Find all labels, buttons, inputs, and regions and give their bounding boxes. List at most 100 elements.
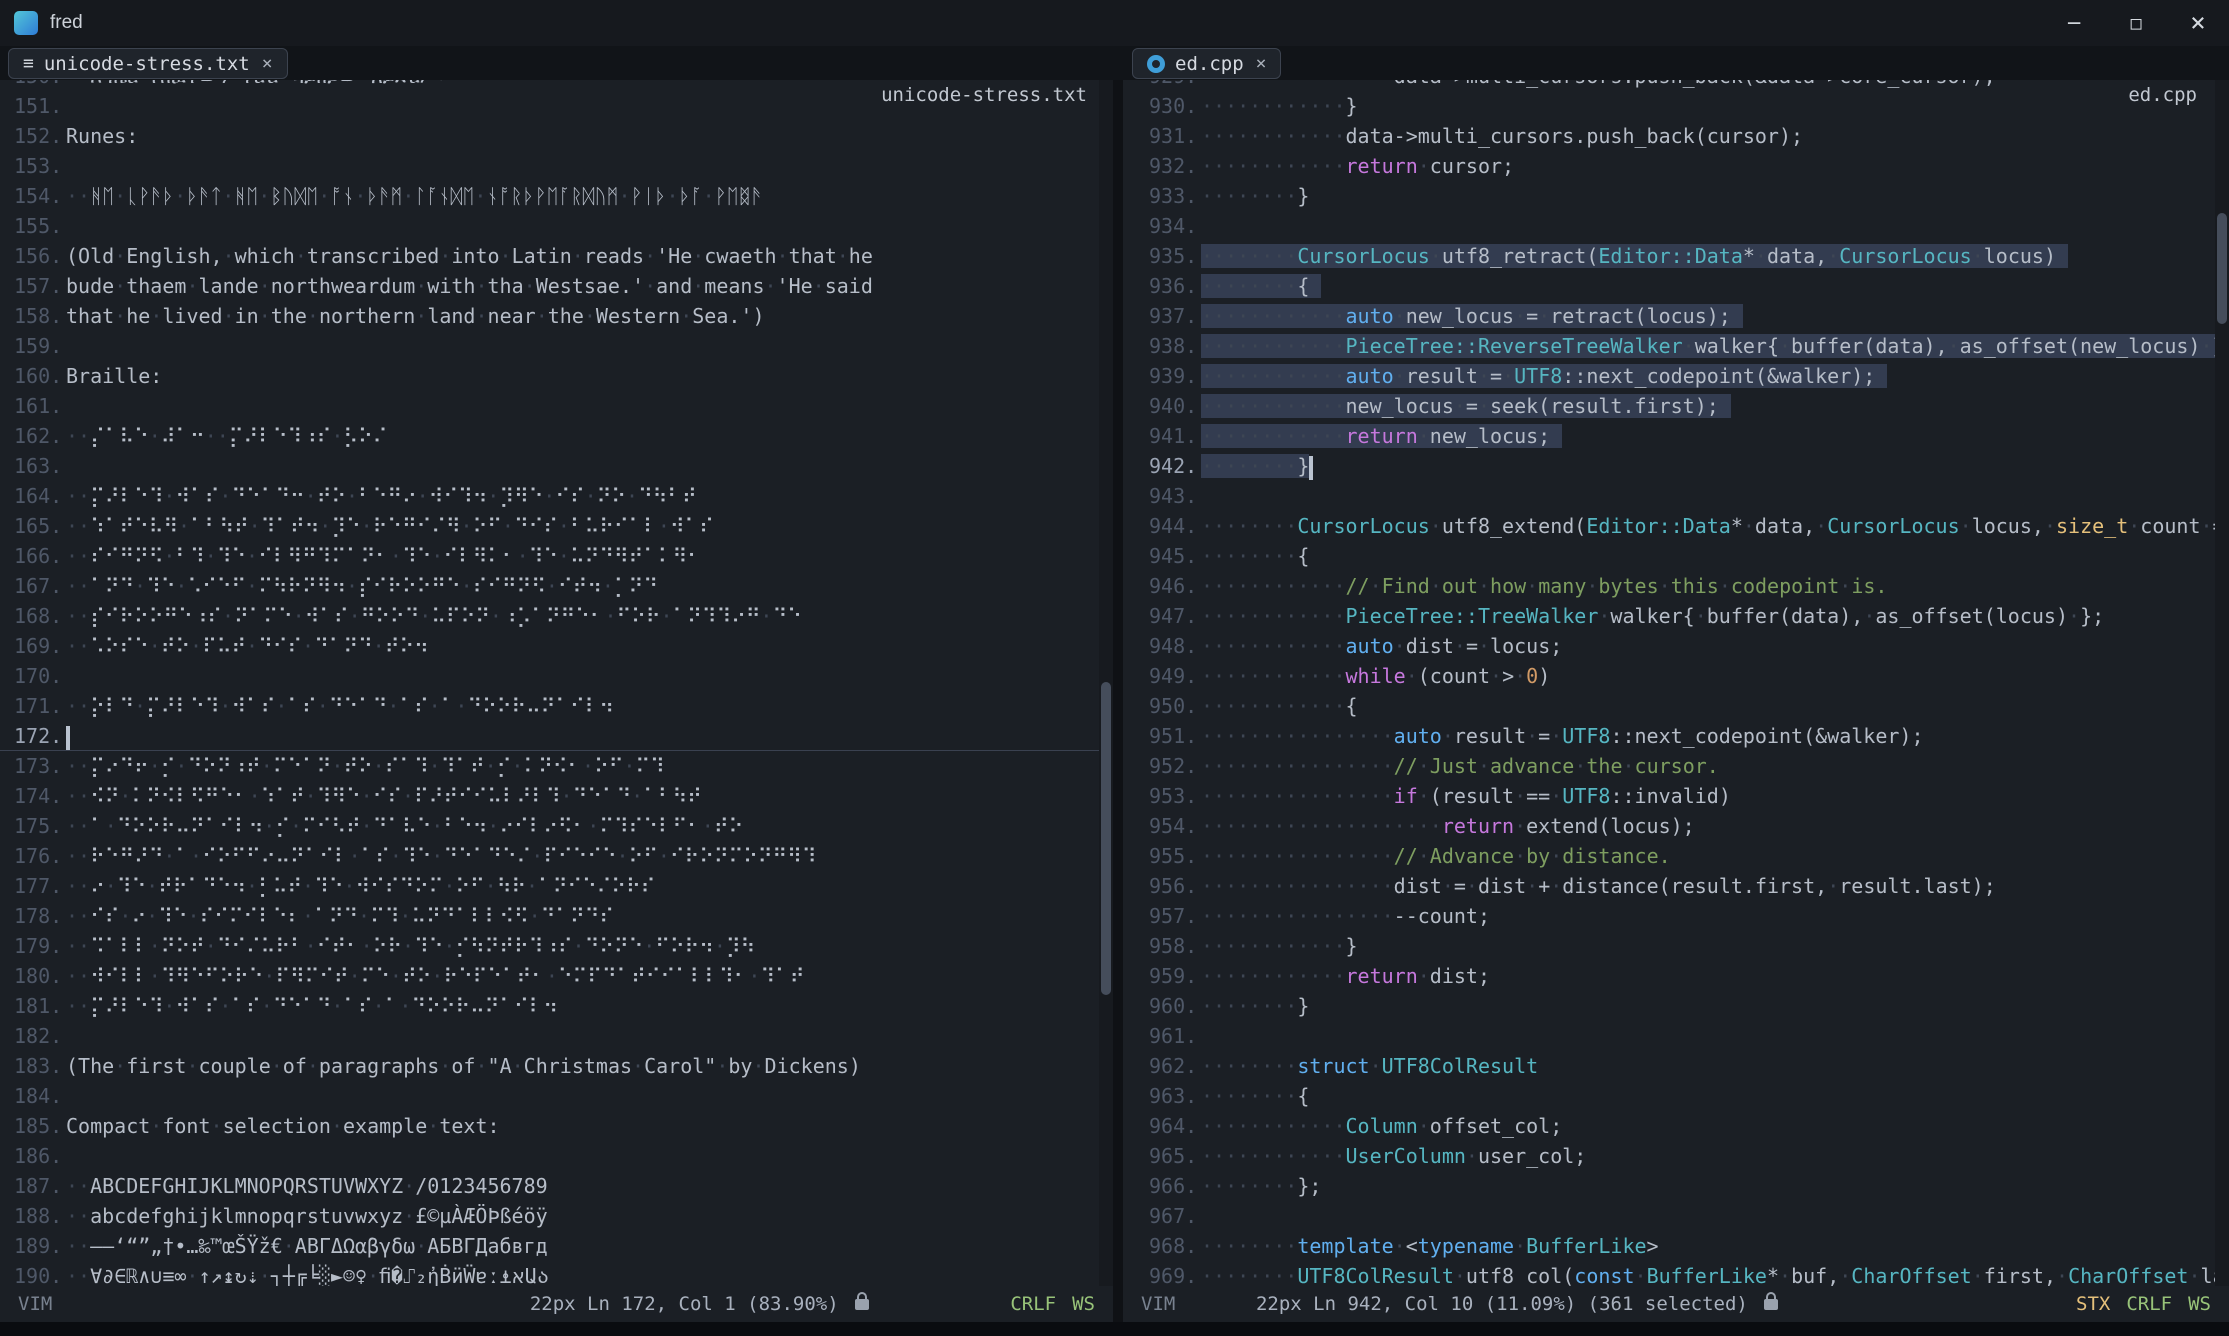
code-line[interactable]: 177.··⠔·⠹⠑·⠞⠗⠁⠙⠑⠲·⡃⠥⠞·⠹⠑·⠺⠊⠎⠙⠕⠍·⠕⠋·⠳⠗·⠁⠝… (0, 871, 1113, 901)
code-line[interactable]: 934. (1123, 211, 2229, 241)
whitespace-indicator[interactable]: WS (2188, 1293, 2211, 1315)
maximize-button[interactable]: □ (2105, 0, 2167, 46)
code-line[interactable]: 939.············auto·result·=·UTF8::next… (1123, 361, 2229, 391)
code-line[interactable]: 964.············Column·offset_col; (1123, 1111, 2229, 1141)
code-line[interactable]: 954.····················return·extend(lo… (1123, 811, 2229, 841)
code-line[interactable]: 190.··∀∂∈ℝ∧∪≡∞·↑↗↨↻⇣·┐┼╔╘░►☺♀·ﬁ�⑀₂ἠḂӥẄɐː… (0, 1261, 1113, 1286)
left-editor-pane[interactable]: 150.··እግዜር·የከፈተውን·ጉሮሮ·ሳይዘጋው·አይድርም።151.15… (0, 80, 1113, 1286)
code-line[interactable]: 157.bude·thaem·lande·northweardum·with·t… (0, 271, 1113, 301)
code-line[interactable]: 185.Compact·font·selection·example·text: (0, 1111, 1113, 1141)
code-line[interactable]: 950.············{ (1123, 691, 2229, 721)
eol-indicator[interactable]: CRLF (1010, 1293, 1056, 1315)
tab-close-icon[interactable]: × (262, 53, 273, 74)
code-line[interactable]: 932.············return·cursor; (1123, 151, 2229, 181)
code-line[interactable]: 957.················--count; (1123, 901, 2229, 931)
code-line[interactable]: 951.················auto·result·=·UTF8::… (1123, 721, 2229, 751)
code-line[interactable]: 165.··⠱⠁⠞⠑⠧⠻·⠁⠃⠳⠞·⠹⠁⠞⠲·⡹⠑·⠗⠑⠛⠊⠌⠻·⠕⠋·⠙⠊⠎·… (0, 511, 1113, 541)
code-line[interactable]: 960.········} (1123, 991, 2229, 1021)
code-line[interactable]: 959.············return·dist; (1123, 961, 2229, 991)
code-line[interactable]: 969.········UTF8ColResult·utf8_col(const… (1123, 1261, 2229, 1286)
code-line[interactable]: 946.············//·Find·out·how·many·byt… (1123, 571, 2229, 601)
left-scrollbar-thumb[interactable] (1101, 682, 1111, 995)
code-line[interactable]: 171.··⡕⠇⠙·⡍⠜⠇⠑⠹·⠺⠁⠎·⠁⠎·⠙⠑⠁⠙·⠁⠎·⠁·⠙⠕⠕⠗⠤⠝⠁… (0, 691, 1113, 721)
code-line[interactable]: 153. (0, 151, 1113, 181)
code-line[interactable]: 963.········{ (1123, 1081, 2229, 1111)
code-line[interactable]: 949.············while·(count·>·0) (1123, 661, 2229, 691)
code-line[interactable]: 953.················if·(result·==·UTF8::… (1123, 781, 2229, 811)
pane-divider[interactable] (1113, 80, 1123, 1286)
code-line[interactable]: 942.········} (1123, 451, 2229, 481)
code-line[interactable]: 170. (0, 661, 1113, 691)
code-line[interactable]: 159. (0, 331, 1113, 361)
code-line[interactable]: 176.··⠗⠑⠛⠜⠙·⠁·⠊⠕⠋⠋⠔⠤⠝⠁⠊⠇·⠁⠎·⠹⠑·⠙⠑⠁⠙⠑⠌·⠏⠊… (0, 841, 1113, 871)
close-button[interactable]: × (2167, 0, 2229, 46)
lock-icon[interactable] (855, 1299, 869, 1310)
code-line[interactable]: 933.········} (1123, 181, 2229, 211)
code-line[interactable]: 961. (1123, 1021, 2229, 1051)
code-line[interactable]: 167.··⠁⠝⠙·⠹⠑·⠡⠊⠑⠋·⠍⠳⠗⠝⠻⠲·⡎⠊⠗⠕⠕⠛⠑·⠎⠊⠛⠝⠫·⠊… (0, 571, 1113, 601)
code-line[interactable]: 966.········}; (1123, 1171, 2229, 1201)
code-line[interactable]: 162.··⡌⠁⠧⠑·⠼⠁⠒··⡍⠜⠇⠑⠹⠰⠎·⡣⠕⠌ (0, 421, 1113, 451)
code-line[interactable]: 179.··⠩⠁⠇⠇·⠝⠕⠞·⠙⠊⠌⠥⠗⠃·⠊⠞⠂·⠕⠗·⠹⠑·⡊⠳⠝⠞⠗⠹⠰⠎… (0, 931, 1113, 961)
code-line[interactable]: 955.················//·Advance·by·distan… (1123, 841, 2229, 871)
code-line[interactable]: 962.········struct·UTF8ColResult (1123, 1051, 2229, 1081)
code-line[interactable]: 929.················data->multi_cursors.… (1123, 80, 2229, 91)
code-line[interactable]: 160.Braille: (0, 361, 1113, 391)
tab-close-icon[interactable]: × (1256, 53, 1267, 74)
code-line[interactable]: 168.··⡎⠊⠗⠕⠕⠛⠑⠰⠎·⠝⠁⠍⠑·⠺⠁⠎·⠛⠕⠕⠙·⠥⠏⠕⠝·⠰⡡⠁⠝⠛… (0, 601, 1113, 631)
code-line[interactable]: 945.········{ (1123, 541, 2229, 571)
code-line[interactable]: 161. (0, 391, 1113, 421)
code-line[interactable]: 175.··⠁·⠙⠕⠕⠗⠤⠝⠁⠊⠇⠲·⡊·⠍⠊⠣⠞·⠙⠁⠧⠑·⠃⠑⠲·⠔⠊⠇⠔⠫… (0, 811, 1113, 841)
code-line[interactable]: 173.··⡍⠔⠙⠖·⡊·⠙⠕⠝⠰⠞·⠍⠑⠁⠝·⠞⠕·⠎⠁⠹·⠹⠁⠞·⡊·⠅⠝⠪… (0, 751, 1113, 781)
code-line[interactable]: 956.················dist·=·dist·+·distan… (1123, 871, 2229, 901)
code-line[interactable]: 948.············auto·dist·=·locus; (1123, 631, 2229, 661)
code-line[interactable]: 178.··⠊⠎·⠔·⠹⠑·⠎⠊⠍⠊⠇⠑⠆·⠁⠝⠙·⠍⠹·⠥⠝⠙⠁⠇⠇⠪⠫·⠙⠁… (0, 901, 1113, 931)
code-line[interactable]: 169.··⠡⠕⠎⠑·⠞⠕·⠏⠥⠞·⠙⠊⠎·⠙⠁⠝⠙·⠞⠕⠲ (0, 631, 1113, 661)
whitespace-indicator[interactable]: WS (1072, 1293, 1095, 1315)
code-line[interactable]: 958.············} (1123, 931, 2229, 961)
code-line[interactable]: 944.········CursorLocus·utf8_extend(Edit… (1123, 511, 2229, 541)
right-scrollbar[interactable] (2215, 80, 2229, 1286)
code-line[interactable]: 164.··⡍⠜⠇⠑⠹·⠺⠁⠎·⠙⠑⠁⠙⠒·⠞⠕·⠃⠑⠛⠔·⠺⠊⠹⠲·⡹⠻⠑·⠊… (0, 481, 1113, 511)
code-line[interactable]: 174.··⠪⠝·⠅⠝⠪⠇⠫⠛⠑⠂·⠱⠁⠞·⠹⠻⠑·⠊⠎·⠏⠜⠞⠊⠊⠥⠇⠜⠇⠹·… (0, 781, 1113, 811)
left-scrollbar[interactable] (1099, 80, 1113, 1286)
eol-indicator[interactable]: CRLF (2126, 1293, 2172, 1315)
code-line[interactable]: 163. (0, 451, 1113, 481)
code-line[interactable]: 183.(The·first·couple·of·paragraphs·of·"… (0, 1051, 1113, 1081)
code-line[interactable]: 930.············} (1123, 91, 2229, 121)
code-line[interactable]: 184. (0, 1081, 1113, 1111)
code-line[interactable]: 166.··⠎⠊⠛⠝⠫·⠃⠹·⠹⠑·⠊⠇⠻⠛⠹⠍⠁⠝⠂·⠹⠑·⠊⠇⠻⠅⠂·⠹⠑·… (0, 541, 1113, 571)
code-line[interactable]: 180.··⠺⠊⠇⠇·⠹⠻⠑⠋⠕⠗⠑·⠏⠻⠍⠊⠞·⠍⠑·⠞⠕·⠗⠑⠏⠑⠁⠞⠂·⠑… (0, 961, 1113, 991)
lock-icon[interactable] (1764, 1299, 1778, 1310)
code-line[interactable]: 943. (1123, 481, 2229, 511)
code-line[interactable]: 938.············PieceTree::ReverseTreeWa… (1123, 331, 2229, 361)
code-line[interactable]: 937.············auto·new_locus·=·retract… (1123, 301, 2229, 331)
code-line[interactable]: 152.Runes: (0, 121, 1113, 151)
code-line[interactable]: 182. (0, 1021, 1113, 1051)
code-line[interactable]: 189.··–—‘“”„†•…‰™œŠŸž€·ΑΒΓΔΩαβγδω·АБВГДа… (0, 1231, 1113, 1261)
minimize-button[interactable]: ─ (2043, 0, 2105, 46)
code-line[interactable]: 935.········CursorLocus·utf8_retract(Edi… (1123, 241, 2229, 271)
code-line[interactable]: 187.··ABCDEFGHIJKLMNOPQRSTUVWXYZ·/012345… (0, 1171, 1113, 1201)
code-line[interactable]: 967. (1123, 1201, 2229, 1231)
code-line[interactable]: 947.············PieceTree::TreeWalker·wa… (1123, 601, 2229, 631)
tab-unicode-stress-txt[interactable]: ≡ unicode-stress.txt × (8, 48, 288, 79)
code-line[interactable]: 188.··abcdefghijklmnopqrstuvwxyz·£©µÀÆÖÞ… (0, 1201, 1113, 1231)
code-line[interactable]: 154.··ᚻᛖ·ᚳᚹᚫᚦ·ᚦᚫᛏ·ᚻᛖ·ᛒᚢᛞᛖ·ᚩᚾ·ᚦᚫᛗ·ᛚᚪᚾᛞᛖ·ᚾ… (0, 181, 1113, 211)
code-line[interactable]: 965.············UserColumn·user_col; (1123, 1141, 2229, 1171)
code-line[interactable]: 156.(Old·English,·which·transcribed·into… (0, 241, 1113, 271)
right-scrollbar-thumb[interactable] (2217, 213, 2227, 324)
code-line[interactable]: 936.········{ (1123, 271, 2229, 301)
code-line[interactable]: 968.········template·<typename·BufferLik… (1123, 1231, 2229, 1261)
code-line[interactable]: 940.············new_locus·=·seek(result.… (1123, 391, 2229, 421)
right-editor-pane[interactable]: 929.················data->multi_cursors.… (1123, 80, 2229, 1286)
encoding-indicator[interactable]: STX (2076, 1293, 2110, 1315)
code-line[interactable]: 186. (0, 1141, 1113, 1171)
tab-ed-cpp[interactable]: ed.cpp × (1132, 48, 1281, 79)
code-line[interactable]: 172. (0, 721, 1113, 751)
code-line[interactable]: 181.··⡍⠜⠇⠑⠹·⠺⠁⠎·⠁⠎·⠙⠑⠁⠙·⠁⠎·⠁·⠙⠕⠕⠗⠤⠝⠁⠊⠇⠲ (0, 991, 1113, 1021)
code-line[interactable]: 952.················//·Just·advance·the·… (1123, 751, 2229, 781)
code-line[interactable]: 158.that·he·lived·in·the·northern·land·n… (0, 301, 1113, 331)
code-line[interactable]: 155. (0, 211, 1113, 241)
code-line[interactable]: 931.············data->multi_cursors.push… (1123, 121, 2229, 151)
